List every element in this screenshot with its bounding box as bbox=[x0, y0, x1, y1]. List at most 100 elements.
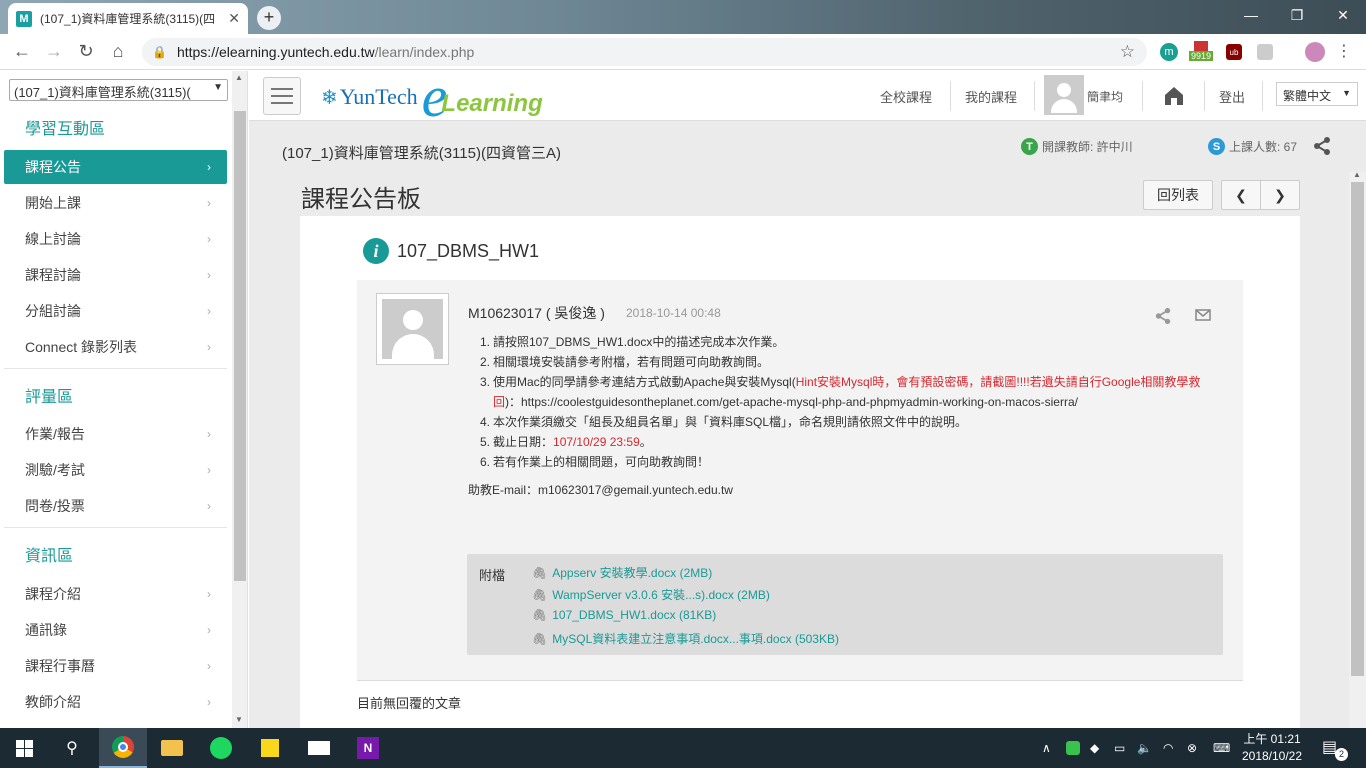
maximize-icon[interactable]: ❐ bbox=[1274, 0, 1320, 30]
sidebar-item-teacher-intro[interactable]: 教師介紹 › bbox=[4, 685, 227, 719]
taskbar-spotify[interactable] bbox=[197, 728, 245, 768]
logout-link[interactable]: 登出 bbox=[1219, 71, 1245, 121]
attachment-link[interactable]: 🖇 107_DBMS_HW1.docx (81KB) bbox=[532, 608, 716, 622]
sidebar-item-exams[interactable]: 測驗/考試 › bbox=[4, 453, 227, 487]
sidebar-item-start-class[interactable]: 開始上課 › bbox=[4, 186, 227, 220]
close-window-icon[interactable]: ✕ bbox=[1320, 0, 1366, 30]
course-teacher: T 開課教師: 許中川 bbox=[1021, 138, 1133, 155]
sidebar-item-contacts[interactable]: 通訊錄 › bbox=[4, 613, 227, 647]
new-tab-button[interactable]: + bbox=[257, 6, 281, 30]
main-scrollbar[interactable]: ▲ bbox=[1349, 170, 1366, 728]
tray-volume-icon[interactable]: 🔈 bbox=[1137, 728, 1152, 768]
mail-icon bbox=[308, 741, 330, 755]
home-icon[interactable] bbox=[1163, 85, 1185, 107]
browser-menu-icon[interactable]: ⋮ bbox=[1336, 40, 1352, 62]
home-button-icon[interactable]: ⌂ bbox=[102, 36, 134, 68]
taskbar-sticky-notes[interactable] bbox=[246, 728, 294, 768]
scroll-up-icon[interactable]: ▲ bbox=[1353, 170, 1361, 179]
chevron-right-icon: › bbox=[207, 463, 211, 477]
share-icon[interactable] bbox=[1312, 136, 1332, 156]
attachment-link[interactable]: 🖇 WampServer v3.0.6 安裝...s).docx (2MB) bbox=[532, 586, 770, 603]
user-name[interactable]: 簡聿均 bbox=[1087, 71, 1123, 121]
back-arrow-icon[interactable]: ← bbox=[6, 36, 38, 68]
chevron-right-icon: › bbox=[207, 340, 211, 354]
hamburger-menu-button[interactable] bbox=[263, 77, 301, 115]
info-icon: i bbox=[363, 238, 389, 264]
section-title-info: 資訊區 bbox=[25, 548, 74, 565]
sidebar-item-course-intro[interactable]: 課程介紹 › bbox=[4, 577, 227, 611]
reload-icon[interactable]: ↻ bbox=[70, 36, 102, 68]
scroll-up-icon[interactable]: ▲ bbox=[235, 73, 243, 82]
ublock-icon[interactable]: ub bbox=[1226, 44, 1242, 60]
site-favicon: M bbox=[16, 10, 32, 27]
share-icon[interactable] bbox=[1154, 307, 1172, 325]
site-logo[interactable]: ❄ YunTech e Learning bbox=[321, 68, 543, 126]
user-avatar[interactable] bbox=[1044, 75, 1084, 115]
mail-icon[interactable] bbox=[1195, 309, 1211, 321]
tray-chevron-up-icon[interactable]: ∧ bbox=[1042, 728, 1051, 768]
section-title-learning: 學習互動區 bbox=[25, 121, 106, 138]
sidebar-scrollbar[interactable]: ▲ ▼ bbox=[232, 71, 247, 728]
tab-title: (107_1)資料庫管理系統(3115)(四 bbox=[40, 12, 216, 26]
system-clock[interactable]: 上午 01:21 2018/10/22 bbox=[1238, 731, 1306, 765]
section-title-assessment: 評量區 bbox=[25, 389, 74, 406]
list-item: 5. 截止日期：107/10/29 23:59。 bbox=[480, 435, 652, 449]
sidebar-item-homework[interactable]: 作業/報告 › bbox=[4, 417, 227, 451]
sidebar-item-group-discussion[interactable]: 分組討論 › bbox=[4, 294, 227, 328]
author-avatar bbox=[376, 293, 449, 365]
main-scroll-thumb[interactable] bbox=[1351, 182, 1364, 676]
minimize-icon[interactable]: — bbox=[1228, 0, 1274, 30]
tray-battery-icon[interactable]: ▭ bbox=[1114, 728, 1125, 768]
start-button[interactable] bbox=[0, 728, 48, 768]
sidebar-divider bbox=[4, 527, 227, 528]
prev-post-button[interactable]: ❮ bbox=[1222, 181, 1260, 209]
sidebar-item-course-discussion[interactable]: 課程討論 › bbox=[4, 258, 227, 292]
list-item: 4. 本次作業須繳交「組長及組員名單」與「資料庫SQL檔」，命名規則請依照文件中的… bbox=[480, 415, 968, 429]
course-selector[interactable]: (107_1)資料庫管理系統(3115)(▼ bbox=[9, 79, 228, 101]
address-bar[interactable]: 🔒 https://elearning.yuntech.edu.tw/learn… bbox=[142, 38, 1147, 66]
notification-center-icon[interactable]: ▤ 2 bbox=[1322, 737, 1348, 761]
taskbar-explorer[interactable] bbox=[148, 728, 196, 768]
sidebar-item-surveys[interactable]: 問卷/投票 › bbox=[4, 489, 227, 523]
search-icon[interactable]: ⚲ bbox=[48, 728, 96, 768]
no-reply-text: 目前無回覆的文章 bbox=[357, 696, 462, 711]
sidebar-item-connect-recordings[interactable]: Connect 錄影列表 › bbox=[4, 330, 227, 364]
nav-all-courses[interactable]: 全校課程 bbox=[880, 71, 932, 121]
sidebar-item-announcements[interactable]: 課程公告 › bbox=[4, 150, 227, 184]
sidebar-item-online-discussion[interactable]: 線上討論 › bbox=[4, 222, 227, 256]
language-select[interactable]: 繁體中文 ▼ bbox=[1276, 82, 1358, 106]
bookmark-star-icon[interactable]: ☆ bbox=[1120, 42, 1135, 62]
nav-my-courses[interactable]: 我的課程 bbox=[965, 71, 1017, 121]
extension-gray-icon[interactable] bbox=[1257, 44, 1273, 60]
sidebar-item-calendar[interactable]: 課程行事曆 › bbox=[4, 649, 227, 683]
sidebar-divider bbox=[4, 368, 227, 369]
browser-tab[interactable]: M (107_1)資料庫管理系統(3115)(四 ✕ bbox=[8, 3, 248, 34]
nav-separator bbox=[950, 81, 951, 111]
chevron-right-icon: › bbox=[207, 587, 211, 601]
post-author[interactable]: M10623017 ( 吳俊逸 ) bbox=[468, 303, 605, 323]
chevron-right-icon: › bbox=[207, 695, 211, 709]
taskbar-mail[interactable] bbox=[295, 728, 343, 768]
forward-arrow-icon[interactable]: → bbox=[38, 36, 70, 68]
extension-mail-icon[interactable]: 9919 bbox=[1186, 39, 1216, 63]
attachment-link[interactable]: 🖇 MySQL資料表建立注意事項.docx...事項.docx (503KB) bbox=[532, 630, 839, 647]
next-post-button[interactable]: ❯ bbox=[1260, 181, 1299, 209]
tray-wifi-icon[interactable]: ◠ bbox=[1163, 728, 1173, 768]
taskbar-onenote[interactable]: N bbox=[344, 728, 392, 768]
sidebar-scroll-thumb[interactable] bbox=[234, 111, 246, 581]
extension-m-icon[interactable]: m bbox=[1160, 43, 1178, 61]
tray-close-circle-icon[interactable]: ⊗ bbox=[1187, 728, 1197, 768]
mac-guide-link[interactable]: )：https://coolestguidesontheplanet.com/g… bbox=[505, 395, 1078, 409]
scroll-down-icon[interactable]: ▼ bbox=[235, 715, 243, 724]
taskbar-chrome[interactable] bbox=[99, 728, 147, 768]
close-tab-icon[interactable]: ✕ bbox=[228, 10, 240, 27]
post-title: i 107_DBMS_HW1 bbox=[363, 238, 539, 264]
tray-dropbox-icon[interactable]: ◆ bbox=[1090, 728, 1099, 768]
attachments-box: 附檔 🖇 Appserv 安裝教學.docx (2MB) 🖇 WampServer … bbox=[467, 554, 1223, 655]
course-students: S 上課人數: 67 bbox=[1208, 138, 1297, 155]
attachment-link[interactable]: 🖇 Appserv 安裝教學.docx (2MB) bbox=[532, 564, 712, 581]
profile-avatar-icon[interactable] bbox=[1305, 42, 1325, 62]
tray-ime-icon[interactable]: ⌨ bbox=[1213, 728, 1230, 768]
tray-line-icon[interactable] bbox=[1066, 728, 1080, 768]
back-to-list-button[interactable]: 回列表 bbox=[1143, 180, 1213, 210]
